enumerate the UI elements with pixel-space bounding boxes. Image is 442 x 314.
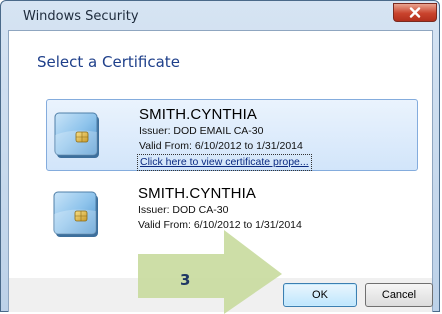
cancel-button[interactable]: Cancel <box>365 283 433 307</box>
certificate-name: SMITH.CYNTHIA <box>139 106 257 123</box>
certificate-issuer: Issuer: DOD CA-30 <box>138 204 229 216</box>
smart-card-icon <box>52 189 104 241</box>
step-callout-arrow <box>138 230 284 314</box>
certificate-item-email[interactable]: SMITH.CYNTHIA Issuer: DOD EMAIL CA-30 Va… <box>46 99 418 171</box>
view-certificate-link[interactable]: Click here to view certificate prope... <box>137 154 312 171</box>
dialog-heading: Select a Certificate <box>37 53 180 71</box>
window-title: Windows Security <box>23 9 139 24</box>
certificate-validity: Valid From: 6/10/2012 to 1/31/2014 <box>139 140 303 152</box>
close-button[interactable] <box>393 3 437 22</box>
smart-card-icon <box>53 110 105 162</box>
step-number: 3 <box>180 271 191 289</box>
ok-button[interactable]: OK <box>283 283 357 307</box>
certificate-name: SMITH.CYNTHIA <box>138 185 256 202</box>
close-icon <box>409 7 421 18</box>
title-bar[interactable]: Windows Security <box>1 1 441 31</box>
certificate-issuer: Issuer: DOD EMAIL CA-30 <box>139 125 264 137</box>
